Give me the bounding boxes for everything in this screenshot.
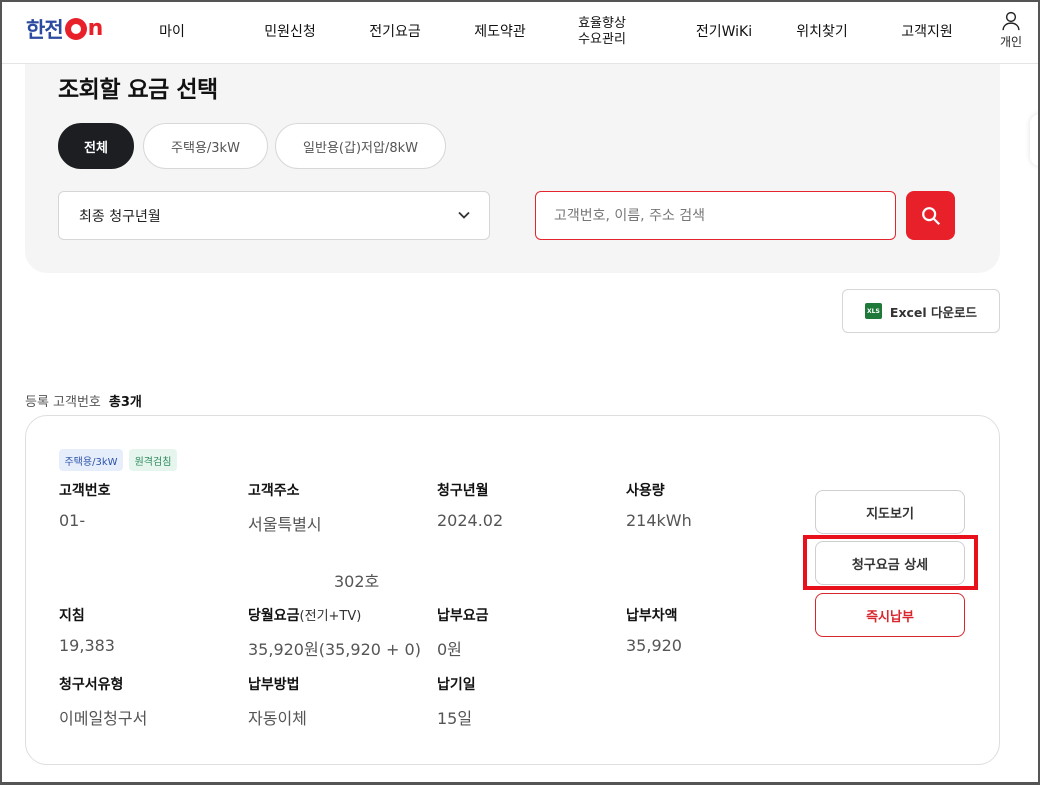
page-title: 조회할 요금 선택: [58, 77, 218, 103]
registered-total: 총3개: [108, 395, 142, 410]
value-address-unit: 302호: [334, 572, 380, 591]
map-view-button[interactable]: 지도보기: [815, 490, 965, 534]
nav-item-efficiency[interactable]: 효율향상 수요관리: [560, 0, 644, 64]
nav-item-wiki[interactable]: 전기WiKi: [682, 0, 766, 64]
value-due-day: 15일: [437, 709, 473, 728]
label-pay-method: 납부방법: [248, 677, 300, 693]
kepco-on-logo[interactable]: 한전 n: [26, 16, 104, 43]
value-usage: 214kWh: [626, 511, 692, 530]
nav-item-civil-request[interactable]: 민원신청: [250, 0, 330, 64]
label-paid-amount: 납부요금: [437, 608, 489, 624]
select-value: 최종 청구년월: [79, 208, 161, 225]
value-bill-type: 이메일청구서: [59, 709, 148, 728]
logo-on-mark: n: [64, 16, 104, 41]
logo-n-letter: n: [87, 16, 104, 41]
side-floating-tab[interactable]: [1030, 114, 1040, 166]
filter-all[interactable]: 전체: [58, 123, 134, 169]
excel-icon: XLS: [864, 303, 882, 319]
registered-count: 등록 고객번호 총3개: [25, 391, 142, 410]
value-pay-method: 자동이체: [248, 709, 307, 728]
nav-item-my[interactable]: 마이: [142, 0, 202, 64]
value-customer-no: 01-: [59, 511, 86, 530]
value-billing-month: 2024.02: [437, 511, 504, 530]
label-address: 고객주소: [248, 483, 300, 499]
excel-download-label: Excel 다운로드: [889, 304, 978, 320]
bill-detail-button[interactable]: 청구요금 상세: [815, 541, 965, 585]
search-button[interactable]: [906, 191, 955, 240]
value-address: 서울특별시: [248, 515, 322, 534]
pay-now-button[interactable]: 즉시납부: [815, 593, 965, 637]
user-label: 개인: [999, 35, 1023, 49]
user-menu[interactable]: 개인: [997, 10, 1025, 50]
billing-month-select[interactable]: 최종 청구년월: [58, 191, 490, 240]
nav-item-support[interactable]: 고객지원: [887, 0, 967, 64]
label-meter-reading: 지침: [59, 608, 85, 624]
label-bill-type: 청구서유형: [59, 677, 124, 693]
user-icon: [1002, 11, 1020, 31]
value-payment-diff: 35,920: [626, 636, 682, 655]
label-customer-no: 고객번호: [59, 483, 111, 499]
chevron-down-icon: [458, 211, 470, 219]
label-monthly-fee-main: 당월요금: [248, 608, 300, 624]
logo-text: 한전: [26, 18, 64, 42]
excel-download-button[interactable]: XLS Excel 다운로드: [842, 289, 1000, 333]
registered-label: 등록 고객번호: [25, 395, 101, 410]
value-meter-reading: 19,383: [59, 636, 115, 655]
nav-item-location[interactable]: 위치찾기: [782, 0, 862, 64]
filter-general-low-voltage[interactable]: 일반용(갑)저압/8kW: [275, 123, 446, 169]
value-paid-amount: 0원: [437, 640, 462, 659]
badge-remote-reading: 원격검침: [129, 449, 177, 471]
label-monthly-fee-sub: (전기+TV): [299, 609, 362, 624]
label-due-day: 납기일: [437, 677, 476, 693]
value-monthly-fee: 35,920원(35,920 + 0): [248, 640, 421, 659]
label-usage: 사용량: [626, 483, 665, 499]
top-header: 한전 n 마이 민원신청 전기요금 제도약관 효율향상 수요관리 전기WiKi …: [0, 0, 1040, 64]
search-icon: [921, 206, 940, 225]
label-payment-diff: 납부차액: [626, 608, 678, 624]
nav-item-electric-fee[interactable]: 전기요금: [355, 0, 435, 64]
search-input[interactable]: [535, 191, 896, 240]
label-monthly-fee: 당월요금(전기+TV): [248, 605, 361, 625]
logo-o-shape: [64, 18, 87, 40]
filter-residential[interactable]: 주택용/3kW: [143, 123, 268, 169]
nav-item-terms[interactable]: 제도약관: [460, 0, 540, 64]
badge-residential: 주택용/3kW: [59, 449, 123, 471]
label-billing-month: 청구년월: [437, 483, 489, 499]
